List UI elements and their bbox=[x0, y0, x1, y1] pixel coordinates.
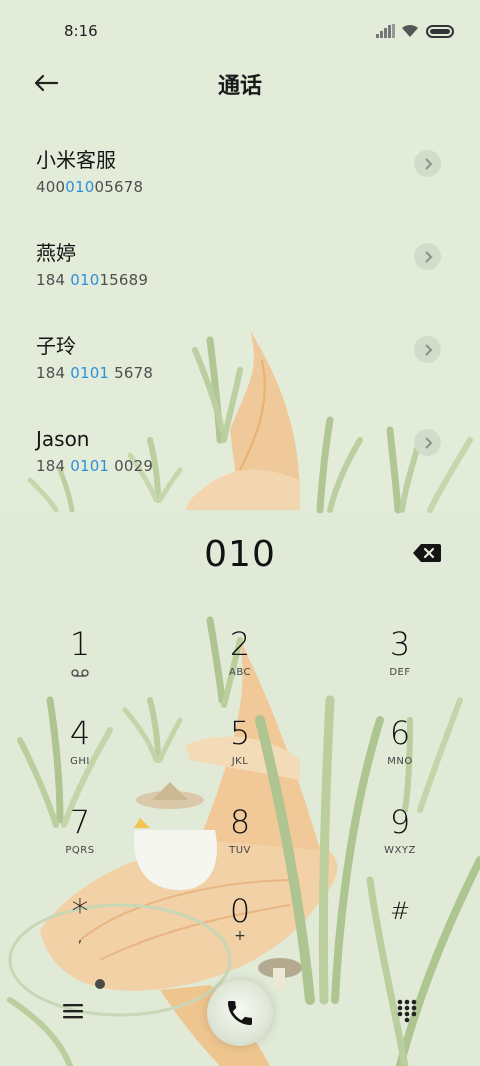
dialpad-icon bbox=[397, 999, 417, 1023]
status-time: 8:16 bbox=[64, 22, 98, 40]
key-digit: 2 bbox=[229, 625, 251, 663]
contact-item[interactable]: 子玲 184 0101 5678 bbox=[0, 301, 480, 394]
page-title: 通话 bbox=[217, 74, 262, 99]
menu-icon bbox=[63, 1004, 83, 1019]
contact-detail-button[interactable] bbox=[414, 243, 441, 270]
key-star[interactable]: * , bbox=[20, 892, 140, 972]
contact-detail-button[interactable] bbox=[414, 336, 441, 363]
key-digit: 9 bbox=[389, 803, 411, 841]
key-7[interactable]: 7 PQRS bbox=[20, 803, 140, 883]
key-letters: , bbox=[77, 930, 83, 946]
menu-button[interactable] bbox=[56, 996, 90, 1026]
key-digit: * bbox=[71, 892, 89, 932]
key-letters: MNO bbox=[387, 756, 413, 767]
contact-number: 184 0101 5678 bbox=[36, 364, 154, 382]
chevron-right-icon bbox=[424, 436, 432, 449]
key-3[interactable]: 3 DEF bbox=[340, 625, 460, 705]
chevron-right-icon bbox=[424, 343, 432, 356]
key-0[interactable]: 0 + bbox=[180, 892, 300, 972]
contact-number: 184 0101 0029 bbox=[36, 457, 154, 475]
key-9[interactable]: 9 WXYZ bbox=[340, 803, 460, 883]
key-letters: PQRS bbox=[65, 845, 95, 856]
keypad: 1 2 ABC 3 DEF 4 GHI 5 JKL 6 MNO 7 PQRS 8… bbox=[0, 615, 480, 975]
key-digit: 4 bbox=[69, 714, 91, 752]
keypad-toggle-button[interactable] bbox=[392, 996, 422, 1026]
contact-number: 184 01015689 bbox=[36, 271, 149, 289]
contact-detail-button[interactable] bbox=[414, 429, 441, 456]
key-6[interactable]: 6 MNO bbox=[340, 714, 460, 794]
contact-list: 小米客服 40001005678 燕婷 184 01015689 子玲 184 … bbox=[0, 115, 480, 487]
contact-item[interactable]: 燕婷 184 01015689 bbox=[0, 208, 480, 301]
key-digit: 7 bbox=[69, 803, 91, 841]
key-digit: 0 bbox=[229, 892, 251, 930]
key-digit: 3 bbox=[389, 625, 411, 663]
key-digit: 1 bbox=[69, 625, 91, 663]
battery-icon bbox=[426, 25, 454, 38]
key-2[interactable]: 2 ABC bbox=[180, 625, 300, 705]
contact-item[interactable]: 小米客服 40001005678 bbox=[0, 115, 480, 208]
dial-input: 010 bbox=[0, 510, 480, 600]
key-letters: TUV bbox=[229, 845, 251, 856]
key-4[interactable]: 4 GHI bbox=[20, 714, 140, 794]
contact-detail-button[interactable] bbox=[414, 150, 441, 177]
key-hash[interactable]: # bbox=[340, 892, 460, 972]
chevron-right-icon bbox=[424, 157, 432, 170]
key-digit: 6 bbox=[389, 714, 411, 752]
key-letters: JKL bbox=[231, 756, 249, 767]
key-digit: 8 bbox=[229, 803, 251, 841]
key-letters: WXYZ bbox=[384, 845, 416, 856]
key-1[interactable]: 1 bbox=[20, 625, 140, 705]
chevron-right-icon bbox=[424, 250, 432, 263]
key-digit: # bbox=[389, 897, 411, 925]
key-letters: DEF bbox=[389, 667, 411, 678]
voicemail-icon bbox=[71, 669, 89, 677]
status-bar: 8:16 bbox=[0, 0, 480, 62]
backspace-button[interactable] bbox=[412, 542, 442, 564]
key-letters: ABC bbox=[228, 667, 251, 678]
dialed-number[interactable]: 010 bbox=[0, 534, 480, 575]
signal-icon bbox=[376, 24, 395, 38]
key-digit: 5 bbox=[229, 714, 251, 752]
key-5[interactable]: 5 JKL bbox=[180, 714, 300, 794]
contact-item[interactable]: Jason 184 0101 0029 bbox=[0, 394, 480, 487]
contact-number: 40001005678 bbox=[36, 178, 144, 196]
phone-icon bbox=[228, 1001, 252, 1025]
wifi-icon bbox=[402, 24, 418, 37]
key-8[interactable]: 8 TUV bbox=[180, 803, 300, 883]
backspace-icon bbox=[413, 544, 441, 562]
header: 通话 bbox=[0, 58, 480, 108]
key-letters: + bbox=[234, 928, 246, 944]
call-button[interactable] bbox=[207, 980, 273, 1046]
key-letters: GHI bbox=[70, 756, 90, 767]
bottom-bar bbox=[0, 976, 480, 1056]
